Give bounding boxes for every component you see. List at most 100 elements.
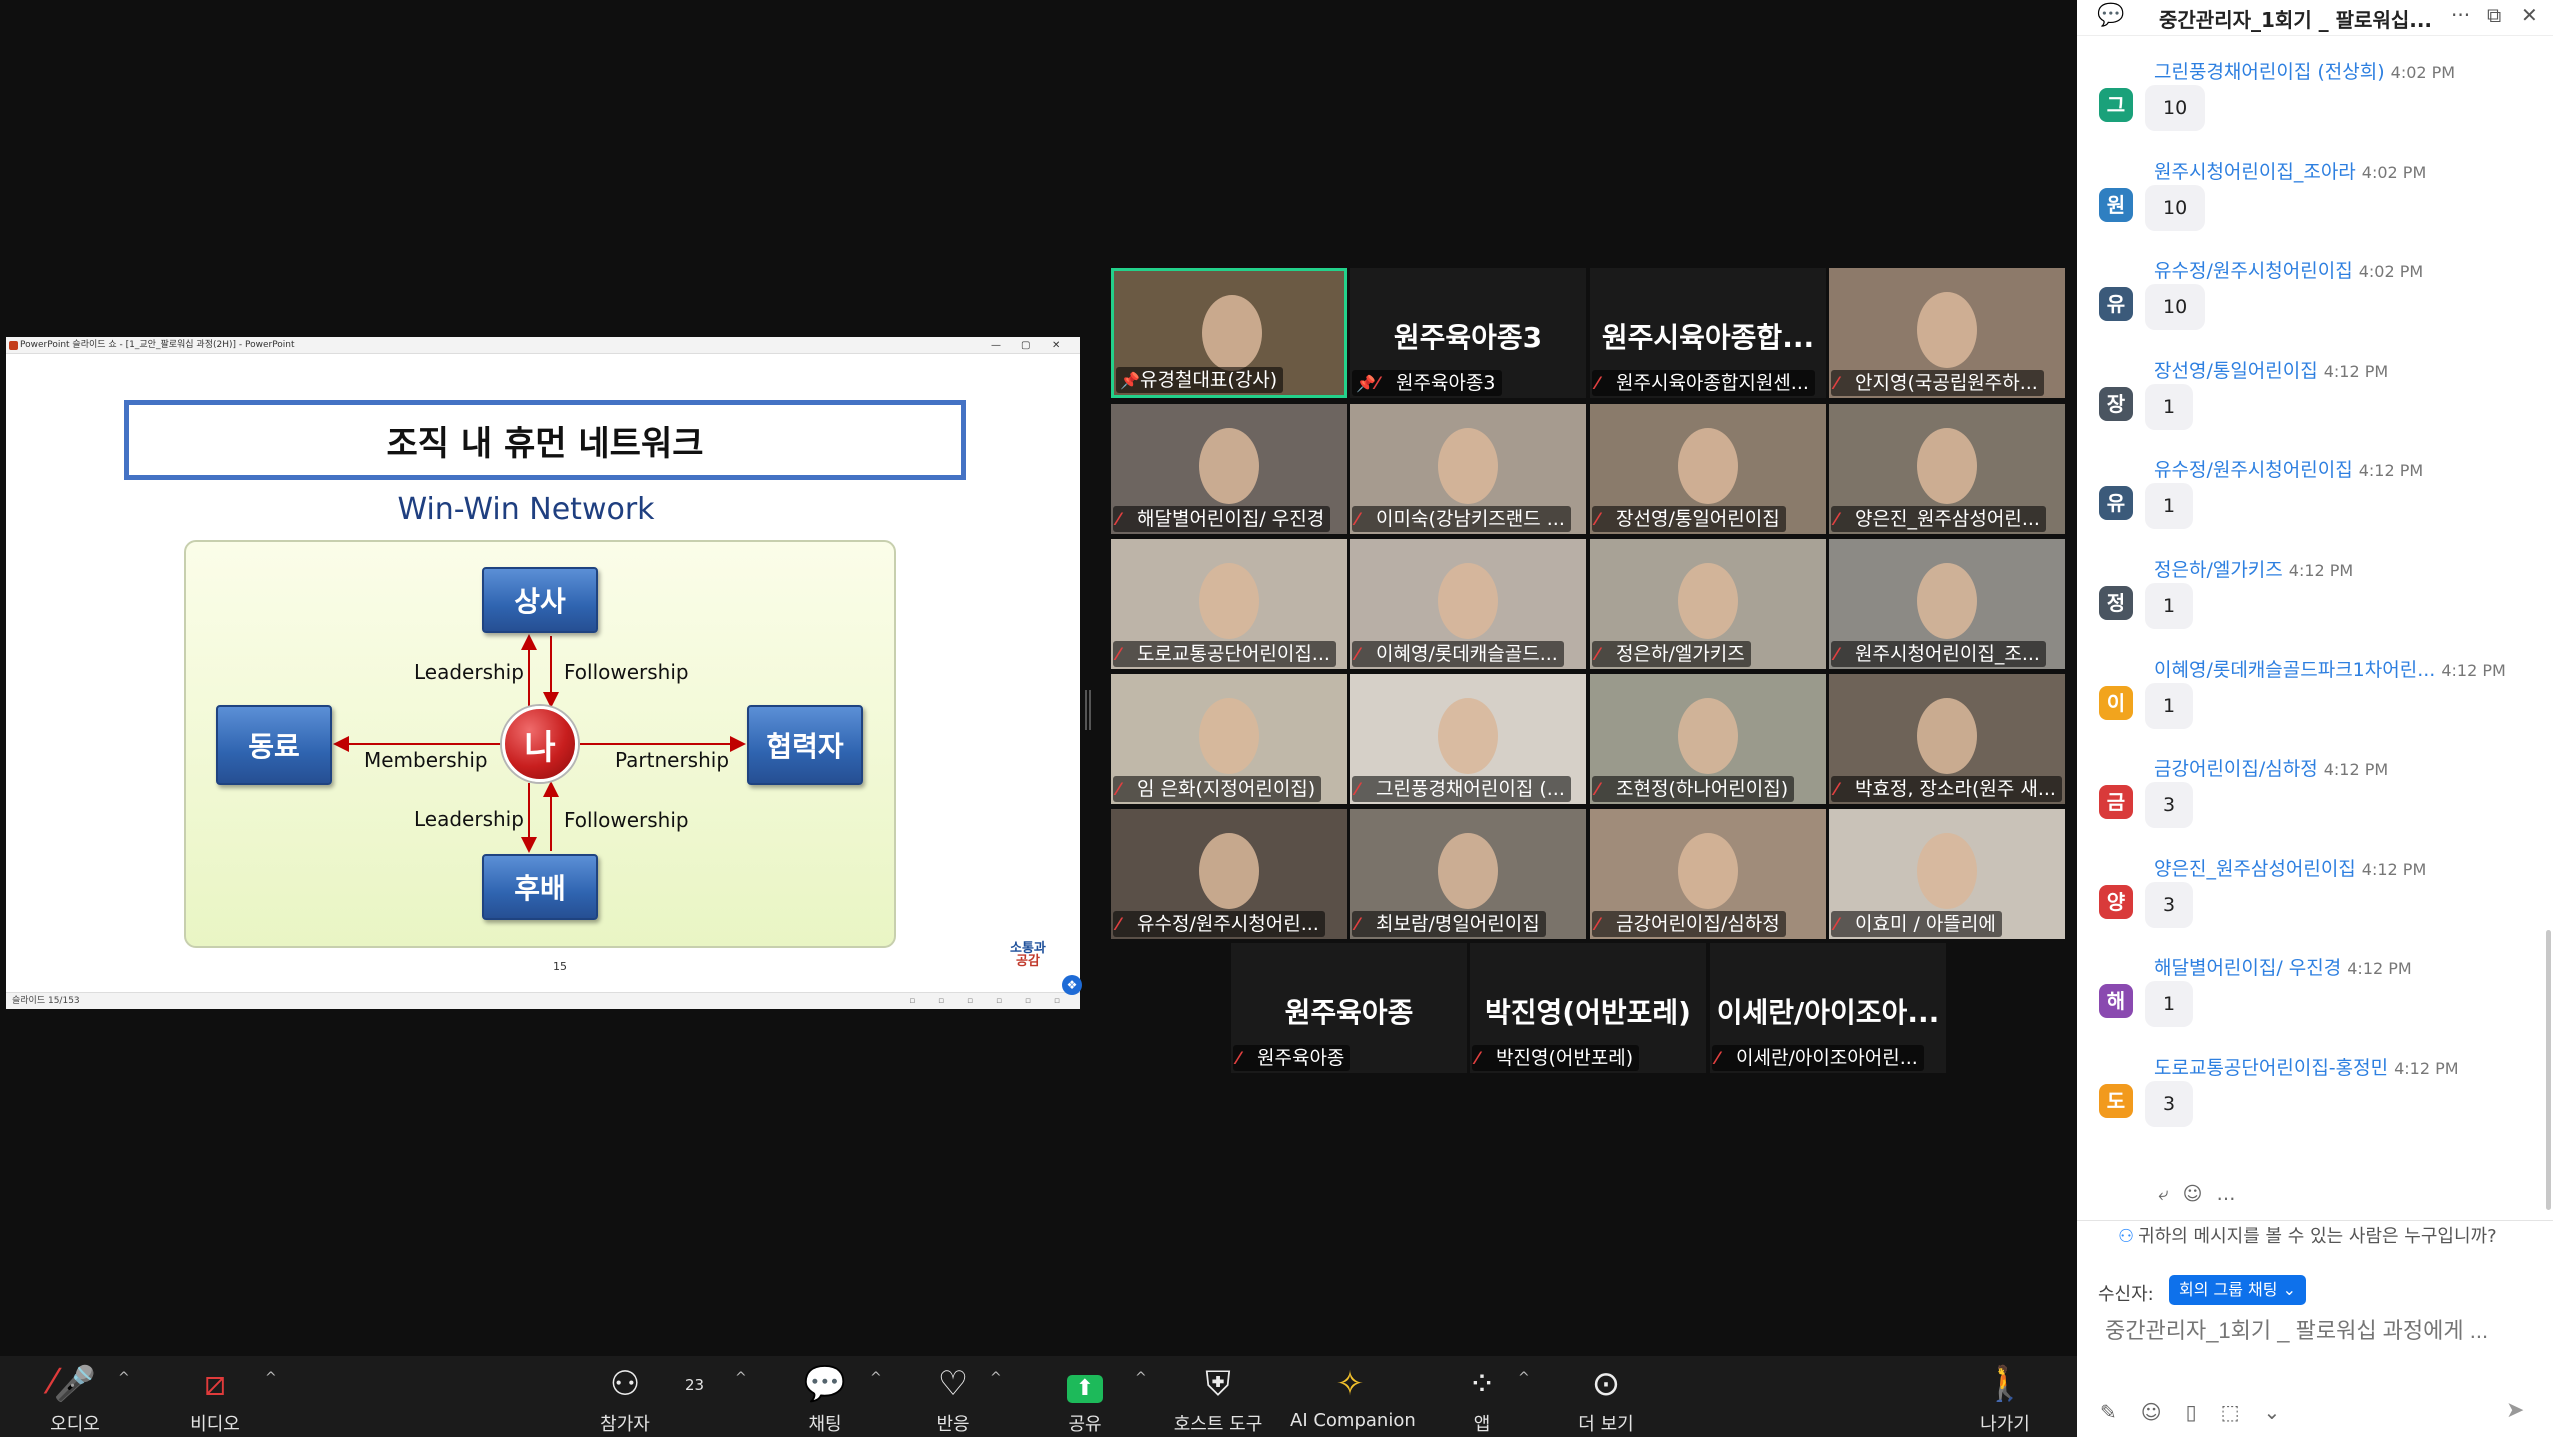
participant-nameplate: ⁄ 박효정, 장소라(원주 새... [1831,776,2062,802]
chat-options-caret[interactable]: ^ [870,1370,882,1386]
participant-tile[interactable]: ⁄ 양은진_원주삼성어린... [1829,404,2065,534]
reactions-button[interactable]: ♡ 반응 [893,1356,1013,1437]
chevron-down-icon[interactable]: ⌄ [2264,1400,2305,1424]
participants-button[interactable]: ⚇ 23 참가자 [565,1356,704,1437]
leave-button[interactable]: 🚶 나가기 [1945,1356,2065,1437]
participant-tile[interactable]: 원주육아종3 📌⁄ 원주육아종3 [1350,268,1586,398]
audio-options-caret[interactable]: ^ [118,1370,130,1386]
powerpoint-title: PowerPoint 슬라이드 쇼 - [1_교안_팔로워십 과정(2H)] -… [20,340,295,350]
mic-muted-icon: ⁄ [1596,780,1599,800]
avatar: 금 [2099,785,2133,819]
participant-tile[interactable]: ⁄ 최보람/명일어린이집 [1350,809,1586,939]
more-options-icon[interactable]: ··· [2451,3,2470,27]
mic-muted-icon: ⁄ [1117,510,1120,530]
participant-face [1199,833,1259,909]
participant-nameplate: 📌유경철대표(강사) [1116,367,1284,393]
participant-tile[interactable]: 원주시육아종합... ⁄ 원주시육아종합지원센... [1590,268,1826,398]
message-bubble: 1 [2145,483,2194,529]
participant-tile[interactable]: 이세란/아이조아... ⁄ 이세란/아이조아어린... [1710,943,1946,1073]
mic-muted-icon: ⁄ [1117,780,1120,800]
participant-tile[interactable]: ⁄ 이미숙(강남키즈랜드 ... [1350,404,1586,534]
emoji-react-icon[interactable]: ☺ [2183,1183,2217,1205]
participant-tile[interactable]: ⁄ 조현정(하나어린이집) [1590,674,1826,804]
partner-box: 협력자 [747,705,863,785]
chat-title: 중간관리자_1회기 _ 팔로워십... [2159,8,2433,32]
participant-face [1438,563,1498,639]
format-icon[interactable]: ✎ [2100,1400,2141,1424]
participants-options-caret[interactable]: ^ [735,1370,747,1386]
participant-tile[interactable]: ⁄ 이혜영/롯데캐슬골드... [1350,539,1586,669]
file-icon[interactable]: ▯ [2186,1400,2221,1424]
slide-page-number: 15 [553,960,567,973]
message-time: 4:12 PM [2323,760,2389,779]
participant-tile[interactable]: 📌유경철대표(강사) [1111,268,1347,398]
more-button[interactable]: ⊙ 더 보기 [1546,1356,1666,1437]
chat-message-input[interactable] [2105,1318,2525,1344]
view-controls-icon: ▫ ▫ ▫ ▫ ▫ ▫ [909,996,1070,1006]
participant-nameplate: ⁄ 최보람/명일어린이집 [1352,911,1546,937]
participant-face [1438,428,1498,504]
participant-tile[interactable]: ⁄ 유수정/원주시청어린... [1111,809,1347,939]
screenshot-icon[interactable]: ⬚ [2221,1400,2264,1424]
participant-tile[interactable]: ⁄ 해달별어린이집/ 우진경 [1111,404,1347,534]
share-button[interactable]: ⬆ 공유 [1025,1356,1145,1437]
participant-face [1438,698,1498,774]
share-label: 공유 [1068,1414,1102,1435]
send-icon[interactable]: ➤ [2506,1398,2524,1423]
chat-button[interactable]: 💬 채팅 [765,1356,885,1437]
message-bubble: 10 [2145,284,2206,330]
split-view-handle[interactable] [1085,690,1091,730]
participant-nameplate: ⁄ 원주육아종 [1233,1045,1351,1071]
more-icon[interactable]: … [2216,1183,2249,1205]
participant-tile[interactable]: ⁄ 장선영/통일어린이집 [1590,404,1826,534]
host-tools-button[interactable]: ⛨ 호스트 도구 [1158,1356,1278,1437]
powerpoint-titlebar: PowerPoint 슬라이드 쇼 - [1_교안_팔로워십 과정(2H)] -… [6,337,1080,354]
video-button[interactable]: ⧄ 비디오 [155,1356,275,1437]
participant-tile[interactable]: 원주육아종 ⁄ 원주육아종 [1231,943,1467,1073]
message-bubble: 3 [2145,782,2194,828]
recipient-dropdown[interactable]: 회의 그룹 채팅 ⌄ [2169,1275,2306,1305]
emoji-icon[interactable]: ☺ [2141,1400,2186,1424]
audio-button[interactable]: 🎤 ⁄ 오디오 [15,1356,135,1437]
participant-nameplate: ⁄ 유수정/원주시청어린... [1113,911,1325,937]
chat-scrollbar[interactable] [2546,930,2551,1210]
chat-label: 채팅 [808,1414,842,1435]
participant-tile[interactable]: ⁄ 그린풍경채어린이집 (... [1350,674,1586,804]
participant-tile[interactable]: ⁄ 안지영(국공립원주하... [1829,268,2065,398]
mic-muted-icon: ⁄ [1835,780,1838,800]
more-icon: ⊙ [1591,1364,1621,1404]
reply-icon[interactable]: ⤶ [2158,1183,2183,1205]
close-chat-icon[interactable]: ✕ [2521,3,2538,27]
message-bubble: 1 [2145,981,2194,1027]
participant-tile[interactable]: ⁄ 도로교통공단어린이집... [1111,539,1347,669]
participant-tile[interactable]: ⁄ 원주시청어린이집_조... [1829,539,2065,669]
reactions-options-caret[interactable]: ^ [990,1370,1002,1386]
slide-canvas: 조직 내 휴먼 네트워크 Win-Win Network 상사 후배 동료 협력… [6,370,1080,990]
participant-tile[interactable]: ⁄ 이효미 / 아뜰리에 [1829,809,2065,939]
ai-companion-button[interactable]: ✧ AI Companion [1290,1356,1416,1437]
message-time: 4:12 PM [2347,959,2412,978]
participant-tile[interactable]: ⁄ 금강어린이집/심하정 [1590,809,1826,939]
popout-icon[interactable]: ⧉ [2487,3,2501,27]
participant-tile[interactable]: 박진영(어반포레) ⁄ 박진영(어반포레) [1470,943,1706,1073]
compose-toolbar: ✎☺▯⬚⌄ [2100,1400,2304,1424]
apps-button[interactable]: ⁘ 앱 [1422,1356,1542,1437]
participant-tile[interactable]: ⁄ 박효정, 장소라(원주 새... [1829,674,2065,804]
video-options-caret[interactable]: ^ [265,1370,277,1386]
participant-nameplate: ⁄ 이효미 / 아뜰리에 [1831,911,2002,937]
participant-nameplate: ⁄ 안지영(국공립원주하... [1831,370,2044,396]
participant-tile[interactable]: ⁄ 정은하/엘가키즈 [1590,539,1826,669]
mic-muted-icon: ⁄ [1835,915,1838,935]
participant-tile[interactable]: ⁄ 임 은화(지정어린이집) [1111,674,1347,804]
participant-name: 금강어린이집/심하정 [1616,913,1780,935]
mic-muted-icon: ⁄ [1716,1049,1719,1069]
participant-nameplate: ⁄ 양은진_원주삼성어린... [1831,506,2046,532]
apps-options-caret[interactable]: ^ [1518,1370,1530,1386]
meeting-toolbar: 🎤 ⁄ 오디오 ^ ⧄ 비디오 ^ ⚇ 23 참가자 ^ 💬 채팅 ^ ♡ 반응 … [0,1356,2077,1437]
recipient-label: 수신자: [2098,1284,2154,1305]
slide-logo: 소통과 공감 [1010,942,1046,968]
share-options-caret[interactable]: ^ [1135,1370,1147,1386]
who-can-see-link[interactable]: ⚇ 귀하의 메시지를 볼 수 있는 사람은 누구입니까? [2118,1222,2497,1248]
mic-muted-icon: ⁄ [1356,780,1359,800]
mic-muted-icon: ⁄ [1596,915,1599,935]
